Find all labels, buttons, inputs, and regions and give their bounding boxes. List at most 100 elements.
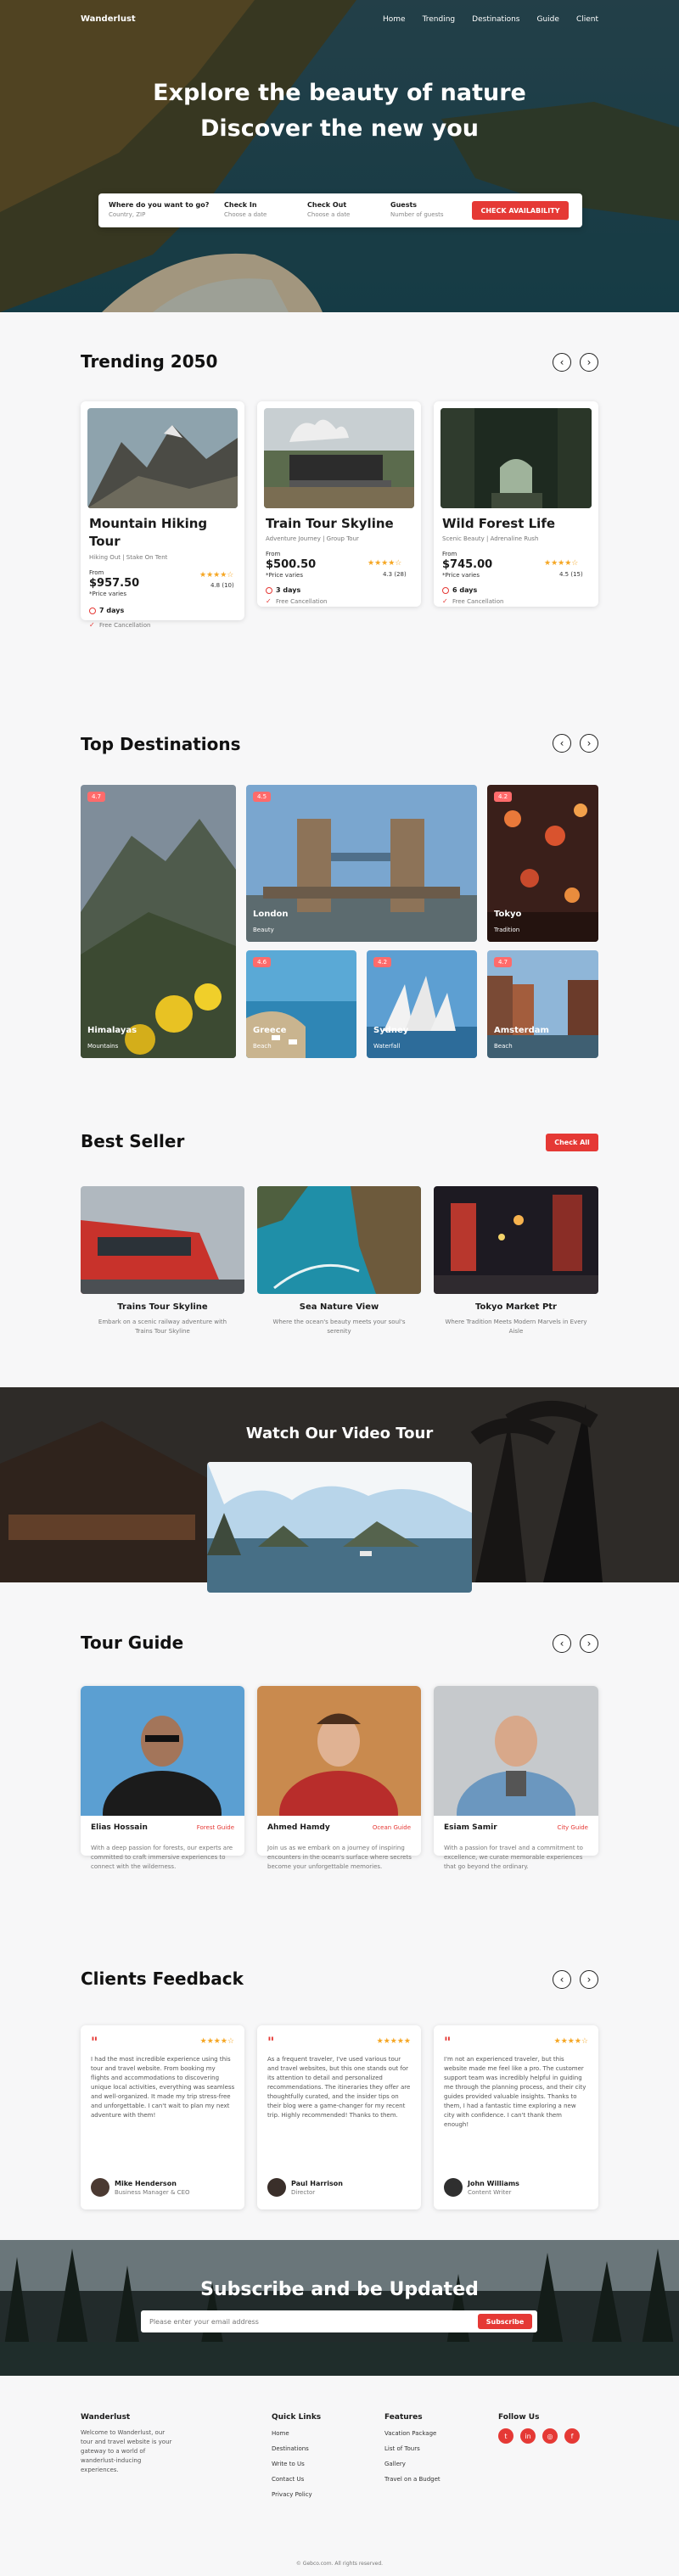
feedback-card: " ★★★★☆ I'm not an experienced traveler,… (434, 2025, 598, 2209)
client-name: Mike Henderson (115, 2180, 177, 2187)
footer-link-tours[interactable]: List of Tours (384, 2445, 441, 2452)
guests-input[interactable]: Number of guests (390, 211, 444, 218)
card-tags: Adventure Journey | Group Tour (266, 535, 359, 542)
nav-item-trending[interactable]: Trending (423, 15, 456, 24)
nav-logo[interactable]: Wanderlust (81, 14, 136, 24)
train-image (81, 1186, 244, 1294)
destination-tile-tokyo[interactable]: 4.2 Tokyo Tradition (487, 785, 598, 942)
where-input[interactable]: Country, ZIP (109, 211, 209, 218)
footer-link-home[interactable]: Home (272, 2430, 312, 2437)
checkin-input[interactable]: Choose a date (224, 211, 267, 218)
destination-tile-amsterdam[interactable]: 4.7 Amsterdam Beach (487, 950, 598, 1058)
next-arrow-icon[interactable]: › (580, 353, 598, 372)
check-all-button[interactable]: Check All (546, 1134, 598, 1151)
trending-card[interactable]: Train Tour Skyline Adventure Journey | G… (257, 401, 421, 607)
prev-arrow-icon[interactable]: ‹ (553, 353, 571, 372)
bestseller-item[interactable]: Trains Tour Skyline Embark on a scenic r… (81, 1186, 244, 1356)
rating-stars-icon: ★★★★☆ (199, 2037, 234, 2046)
footer-link-privacy[interactable]: Privacy Policy (272, 2491, 312, 2498)
bestseller-item[interactable]: Tokyo Market Ptr Where Tradition Meets M… (434, 1186, 598, 1356)
guide-photo (81, 1686, 244, 1816)
checkin-label: Check In (224, 201, 257, 209)
footer-brand: Wanderlust (81, 2413, 131, 2422)
hero-background (0, 0, 679, 312)
bestseller-desc: Where Tradition Meets Modern Marvels in … (445, 1319, 587, 1335)
prev-arrow-icon[interactable]: ‹ (553, 1970, 571, 1989)
rating-badge: 4.7 (494, 957, 513, 967)
bestseller-item[interactable]: Sea Nature View Where the ocean's beauty… (257, 1186, 421, 1356)
checkout-field[interactable]: Check Out Choose a date (307, 201, 350, 218)
where-field[interactable]: Where do you want to go? Country, ZIP (109, 201, 209, 218)
guests-field[interactable]: Guests Number of guests (390, 201, 444, 218)
nav-item-destinations[interactable]: Destinations (472, 15, 519, 24)
footer-link-write[interactable]: Write to Us (272, 2461, 312, 2467)
destination-tile-sydney[interactable]: 4.2 Sydney Waterfall (367, 950, 477, 1058)
footer-link-gallery[interactable]: Gallery (384, 2461, 441, 2467)
video-title: Watch Our Video Tour (245, 1425, 434, 1442)
feedback-text: As a frequent traveler, I've used variou… (267, 2056, 411, 2119)
guide-card[interactable]: Ahmed Hamdy Ocean Guide (257, 1686, 421, 1856)
email-input[interactable] (149, 2315, 446, 2328)
bestseller-desc: Where the ocean's beauty meets your soul… (272, 1319, 406, 1335)
guide-card[interactable]: Elias Hossain Forest Guide (81, 1686, 244, 1856)
guide-desc: With a deep passion for forests, our exp… (91, 1845, 233, 1870)
trending-card[interactable]: Wild Forest Life Scenic Beauty | Adrenal… (434, 401, 598, 607)
hero-subheadline: Discover the new you (199, 115, 479, 142)
twitter-icon[interactable]: t (498, 2428, 513, 2444)
rating-stars-icon: ★★★★☆ (553, 2037, 588, 2046)
linkedin-icon[interactable]: in (520, 2428, 536, 2444)
bestseller-name: Trains Tour Skyline (117, 1302, 208, 1312)
card-title: Mountain Hiking Tour (89, 516, 208, 549)
next-arrow-icon[interactable]: › (580, 1634, 598, 1653)
footer-link-vacation[interactable]: Vacation Package (384, 2430, 441, 2437)
price-note: *Price varies (442, 572, 480, 579)
nav-item-home[interactable]: Home (383, 15, 406, 24)
forest-background (0, 2240, 679, 2376)
bestseller-title: Best Seller (81, 1131, 185, 1151)
subscribe-button[interactable]: Subscribe (478, 2314, 532, 2329)
prev-arrow-icon[interactable]: ‹ (553, 734, 571, 753)
destination-tile-greece[interactable]: 4.6 Greece Beach (246, 950, 356, 1058)
footer-link-budget[interactable]: Travel on a Budget (384, 2476, 441, 2483)
next-arrow-icon[interactable]: › (580, 734, 598, 753)
destination-tile-london[interactable]: 4.5 London Beauty (246, 785, 477, 942)
card-title: Wild Forest Life (442, 516, 556, 531)
footer-link-destinations[interactable]: Destinations (272, 2445, 312, 2452)
checkout-input[interactable]: Choose a date (307, 211, 350, 218)
client-name: Paul Harrison (291, 2180, 343, 2187)
trending-card[interactable]: Mountain Hiking Tour Hiking Out | Stake … (81, 401, 244, 629)
card-price: $500.50 (266, 558, 317, 571)
quote-icon: " (444, 2034, 452, 2050)
nav-item-guide[interactable]: Guide (537, 15, 559, 24)
destination-sub: Beach (253, 1043, 272, 1050)
instagram-icon[interactable]: ◎ (542, 2428, 558, 2444)
prev-arrow-icon[interactable]: ‹ (553, 1634, 571, 1653)
check-availability-button[interactable]: CHECK AVAILABILITY (472, 201, 569, 220)
feedback-text: I had the most incredible experience usi… (91, 2056, 235, 2119)
footer-link-contact[interactable]: Contact Us (272, 2476, 312, 2483)
checkin-field[interactable]: Check In Choose a date (224, 201, 267, 218)
quick-links-title: Quick Links (272, 2413, 322, 2422)
nav-item-client[interactable]: Client (576, 15, 598, 24)
avatar (444, 2178, 463, 2197)
subscribe-title: Subscribe and be Updated (200, 2279, 479, 2300)
footer-about: Welcome to Wanderlust, our tour and trav… (81, 2429, 172, 2473)
feedback-title: Clients Feedback (81, 1968, 244, 1989)
destination-name: Sydney (373, 1026, 409, 1035)
copyright: © Gebco.com. All rights reserved. (295, 2561, 384, 2567)
destination-name: Himalayas (87, 1026, 137, 1035)
video-player[interactable] (207, 1462, 472, 1593)
subscribe-section: Subscribe and be Updated Subscribe (0, 2240, 679, 2376)
features-title: Features (384, 2413, 423, 2422)
guides-title: Tour Guide (81, 1632, 184, 1653)
guide-name: Esiam Samir (444, 1823, 497, 1832)
hero: Wanderlust Home Trending Destinations Gu… (0, 0, 679, 312)
destination-tile-himalayas[interactable]: 4.7 Himalayas Mountains (81, 785, 236, 1058)
rating-stars-icon: ★★★★☆ (368, 559, 402, 568)
next-arrow-icon[interactable]: › (580, 1970, 598, 1989)
facebook-icon[interactable]: f (564, 2428, 580, 2444)
destinations-title: Top Destinations (81, 734, 241, 754)
bestseller-name: Tokyo Market Ptr (475, 1302, 557, 1312)
guide-card[interactable]: Esiam Samir City Guide (434, 1686, 598, 1856)
bestseller-name: Sea Nature View (299, 1302, 379, 1312)
